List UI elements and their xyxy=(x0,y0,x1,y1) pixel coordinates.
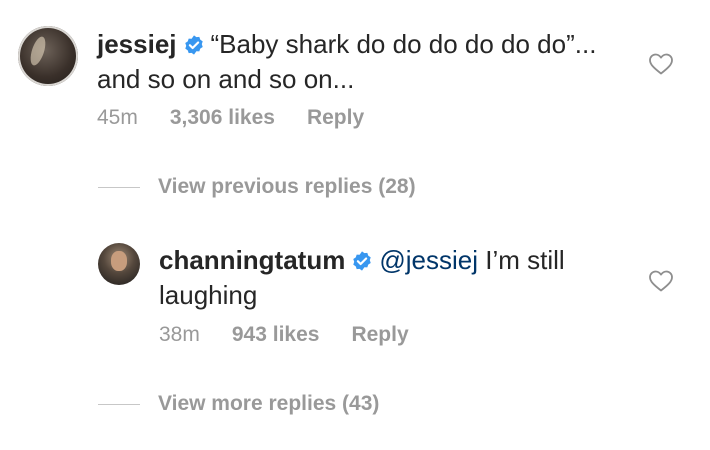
avatar-jessiej[interactable] xyxy=(18,26,78,86)
reply-meta: 38m 943 likes Reply xyxy=(159,323,409,347)
reply-reply-button[interactable]: Reply xyxy=(351,323,408,347)
reply-likes[interactable]: 943 likes xyxy=(232,323,320,347)
reply-time[interactable]: 38m xyxy=(159,323,200,347)
avatar-face xyxy=(111,251,127,271)
comment-time[interactable]: 45m xyxy=(97,106,138,130)
comment-body: jessiej “Baby shark do do do do do do”...… xyxy=(97,28,617,95)
reply-body: channingtatum @jessiej I’m still laughing xyxy=(159,244,609,311)
view-previous-replies-button[interactable]: View previous replies (28) xyxy=(98,175,416,199)
verified-badge-icon xyxy=(351,247,373,279)
reply-username[interactable]: channingtatum xyxy=(159,245,345,275)
view-more-replies-button[interactable]: View more replies (43) xyxy=(98,392,379,416)
comment-likes[interactable]: 3,306 likes xyxy=(170,106,275,130)
reply-mention-link[interactable]: @jessiej xyxy=(379,245,478,275)
avatar-channingtatum[interactable] xyxy=(98,243,140,285)
verified-badge-icon xyxy=(183,31,205,63)
view-more-replies-label: View more replies (43) xyxy=(158,392,380,415)
heart-icon[interactable] xyxy=(648,52,674,76)
avatar-highlight xyxy=(27,34,49,68)
replies-divider-line xyxy=(98,186,140,188)
heart-icon[interactable] xyxy=(648,269,674,293)
comment-reply-button[interactable]: Reply xyxy=(307,106,364,130)
comment-meta: 45m 3,306 likes Reply xyxy=(97,106,364,130)
view-previous-replies-label: View previous replies (28) xyxy=(158,175,416,198)
comment-username[interactable]: jessiej xyxy=(97,29,177,59)
replies-divider-line xyxy=(98,403,140,405)
